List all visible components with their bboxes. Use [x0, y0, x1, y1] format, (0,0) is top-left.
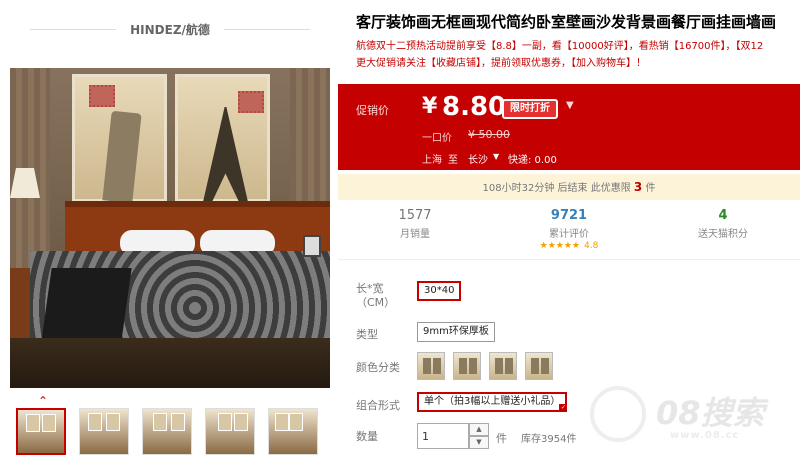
swatch-image — [495, 358, 503, 374]
ship-from: 上海 — [422, 155, 442, 166]
quantity-increment-icon[interactable]: ▲ — [469, 423, 489, 436]
promo-countdown: 108小时32分钟 后结束 此优惠限 3 件 — [338, 174, 800, 200]
leaning-tower-shape — [102, 110, 142, 204]
floor — [10, 338, 330, 388]
ship-to-word: 至 — [448, 155, 458, 166]
quantity-unit: 件 — [496, 432, 507, 445]
bed-headboard — [65, 201, 330, 256]
original-price-label: 一口价 — [422, 133, 452, 144]
points-count: 4 — [718, 208, 728, 223]
shipping-fee: 快递: 0.00 — [508, 155, 557, 166]
size-label: 长*宽（CM） — [356, 282, 396, 309]
rating-score: 4.8 — [584, 241, 599, 251]
ship-destination-select[interactable]: 长沙 — [468, 151, 488, 166]
swatch-image — [423, 358, 431, 374]
product-stats: 1577 月销量 9721 累计评价 ★★★★★ 4.8 4 送天猫积分 — [338, 204, 800, 260]
swatch-image — [469, 358, 477, 374]
painting-leaning-tower — [72, 74, 167, 204]
sales-label: 月销量 — [400, 229, 430, 240]
points-label: 送天猫积分 — [698, 229, 748, 240]
thumb-painting — [275, 413, 289, 431]
quantity-decrement-icon[interactable]: ▼ — [469, 436, 489, 449]
sale-price: 8.80 — [442, 92, 507, 122]
thumb-painting — [289, 413, 303, 431]
type-option-text: 9mm环保厚板 — [423, 326, 489, 337]
color-swatch-3[interactable] — [489, 352, 517, 380]
promo-dropdown-icon[interactable]: ▼ — [566, 100, 574, 111]
color-swatch-2[interactable] — [453, 352, 481, 380]
check-icon: ✓ — [559, 404, 568, 412]
swatch-image — [541, 358, 549, 374]
combo-option[interactable]: 单个（拍3幅以上赠送小礼品） ✓ — [417, 392, 568, 412]
thumb-painting — [153, 413, 167, 431]
sales-count: 1577 — [398, 208, 432, 223]
tmall-points: 4 送天猫积分 — [646, 204, 800, 259]
swatch-image — [531, 358, 539, 374]
subtitle-line: 更大促销请关注【收藏店铺】，提前领取优惠券，【加入购物车】！ — [356, 58, 646, 69]
combo-option-text: 单个（拍3幅以上赠送小礼品） — [424, 396, 561, 407]
stamp-decoration — [238, 91, 264, 113]
thumbnail-2[interactable] — [79, 408, 129, 455]
limit-unit: 件 — [645, 183, 656, 194]
thumb-painting — [234, 413, 248, 431]
thumb-painting — [171, 413, 185, 431]
price-label: 促销价 — [356, 104, 389, 117]
painting-eiffel-tower — [175, 74, 270, 202]
thumb-painting — [42, 414, 56, 432]
swatch-image — [505, 358, 513, 374]
monthly-sales: 1577 月销量 — [338, 204, 492, 259]
combo-label: 组合形式 — [356, 399, 400, 412]
limit-number: 3 — [633, 180, 643, 194]
price-panel: 促销价 ¥ 8.80 限时打折 ▼ 一口价 ¥ 50.00 上海 至 长沙 ▼ … — [338, 84, 800, 170]
star-icon: ★★★★★ — [539, 241, 580, 251]
color-swatch-1[interactable] — [417, 352, 445, 380]
product-subtitle: 航德双十二预热活动提前享受【8.8】一副，看【10000好评】，看热销【1670… — [356, 38, 800, 72]
limit-text: 此优惠限 — [590, 183, 631, 194]
thumbnail-up-icon[interactable]: ⌃ — [38, 394, 48, 408]
watermark-text: 08搜索 — [656, 394, 765, 432]
watermark-logo-icon — [590, 386, 646, 442]
review-label: 累计评价 — [549, 229, 589, 240]
stock-count: 库存3954件 — [521, 434, 577, 445]
thumbnail-4[interactable] — [205, 408, 255, 455]
chevron-down-icon[interactable]: ▼ — [493, 152, 499, 161]
brand-divider-left — [30, 28, 117, 30]
quantity-input[interactable] — [417, 423, 469, 449]
watermark-url: www.08.cc — [670, 430, 740, 441]
type-label: 类型 — [356, 328, 378, 341]
promo-badge: 限时打折 — [502, 99, 558, 119]
quantity-label: 数量 — [356, 430, 378, 443]
brand-divider-right — [223, 28, 311, 30]
size-option-text: 30*40 — [424, 285, 455, 296]
brand-name[interactable]: HINDEZ/航德 — [116, 21, 224, 38]
swatch-image — [433, 358, 441, 374]
total-reviews[interactable]: 9721 累计评价 ★★★★★ 4.8 — [492, 204, 646, 259]
thumbnail-5[interactable] — [268, 408, 318, 455]
price-currency: ¥ — [422, 94, 438, 119]
stamp-decoration — [89, 85, 115, 107]
countdown-time: 108小时32分钟 后结束 — [482, 183, 588, 194]
thumb-painting — [26, 414, 40, 432]
eiffel-tower-shape — [203, 107, 248, 202]
thumb-painting — [88, 413, 102, 431]
size-option[interactable]: 30*40 — [417, 281, 462, 301]
photo-frame — [303, 235, 321, 257]
color-label: 颜色分类 — [356, 361, 400, 374]
main-product-image[interactable] — [10, 68, 330, 388]
original-price: ¥ 50.00 — [468, 128, 510, 141]
review-count[interactable]: 9721 — [492, 208, 646, 223]
site-watermark: 08搜索 www.08.cc — [590, 382, 800, 452]
rating: ★★★★★ 4.8 — [492, 241, 646, 251]
swatch-image — [459, 358, 467, 374]
type-option[interactable]: 9mm环保厚板 — [417, 322, 495, 342]
thumb-painting — [106, 413, 120, 431]
color-swatch-4[interactable] — [525, 352, 553, 380]
thumb-painting — [218, 413, 232, 431]
thumbnail-strip — [16, 408, 326, 455]
thumbnail-3[interactable] — [142, 408, 192, 455]
thumbnail-1[interactable] — [16, 408, 66, 455]
subtitle-line: 航德双十二预热活动提前享受【8.8】一副，看【10000好评】，看热销【1670… — [356, 41, 764, 52]
brand-header: HINDEZ/航德 — [30, 14, 311, 44]
product-title: 客厅装饰画无框画现代简约卧室壁画沙发背景画餐厅画挂画墙画 — [356, 13, 777, 31]
